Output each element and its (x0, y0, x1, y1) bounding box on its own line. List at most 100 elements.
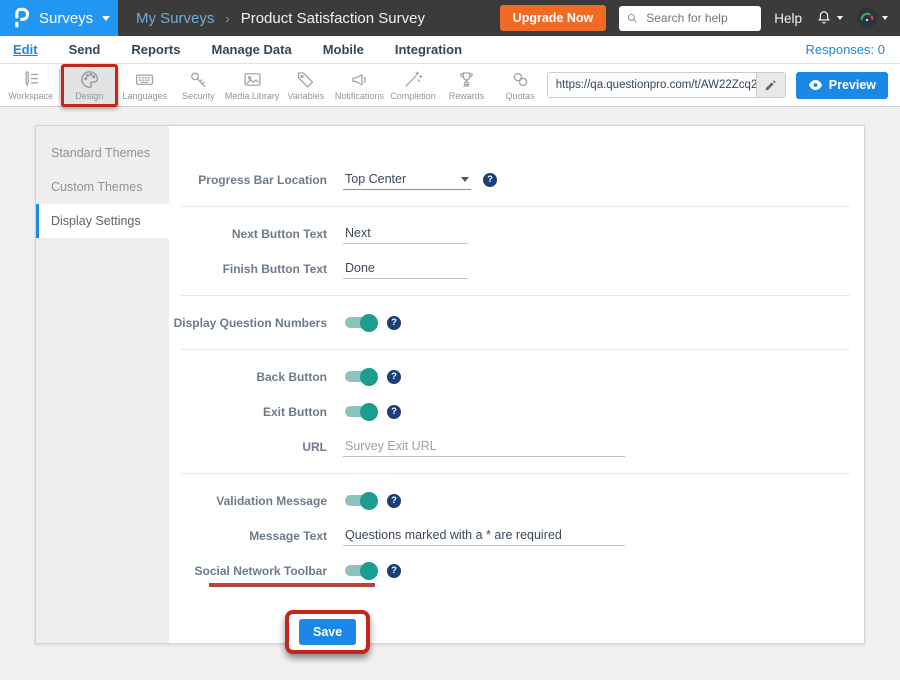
survey-nav: Edit Send Reports Manage Data Mobile Int… (0, 36, 900, 64)
toolbar-item-rewards[interactable]: Rewards (440, 67, 494, 104)
next-button-text-label: Next Button Text (169, 227, 327, 241)
help-icon[interactable]: ? (387, 494, 401, 508)
chain-links-icon (510, 69, 531, 90)
survey-url[interactable]: https://qa.questionpro.com/t/AW22Zcq2J (548, 73, 756, 97)
display-settings-form: Progress Bar Location Top Center ? Next … (169, 126, 864, 643)
chevron-down-icon (102, 16, 110, 21)
toolbar-item-media-library[interactable]: Media Library (225, 67, 279, 104)
survey-url-group: https://qa.questionpro.com/t/AW22Zcq2J (547, 72, 786, 98)
chevron-down-icon (882, 16, 888, 20)
exit-button-row: Exit Button ? (169, 396, 864, 427)
chevron-down-icon (461, 177, 469, 182)
progress-bar-location-value: Top Center (345, 172, 406, 186)
toolbar-divider (59, 69, 60, 101)
finish-button-text-input[interactable] (343, 258, 468, 279)
questionpro-logo-icon (13, 7, 30, 29)
toggle-knob (360, 562, 378, 580)
sidebar-item-standard-themes[interactable]: Standard Themes (36, 136, 169, 170)
toolbar-item-variables[interactable]: Variables (279, 67, 333, 104)
pencil-icon (764, 79, 777, 92)
exit-button-toggle[interactable] (345, 406, 375, 417)
notifications-bell[interactable] (815, 9, 843, 27)
breadcrumb: My Surveys › Product Satisfaction Survey (136, 10, 425, 27)
toolbar-item-label: Workspace (8, 91, 53, 101)
section-divider (181, 295, 850, 296)
languages-icon (134, 69, 155, 90)
toolbar-item-quotas[interactable]: Quotas (493, 67, 547, 104)
annotation-red-underline (209, 583, 375, 587)
design-icon (79, 69, 100, 90)
progress-bar-location-row: Progress Bar Location Top Center ? (169, 164, 864, 195)
back-button-toggle[interactable] (345, 371, 375, 382)
nav-item-edit[interactable]: Edit (13, 42, 38, 57)
help-icon[interactable]: ? (483, 173, 497, 187)
next-button-text-input[interactable] (343, 223, 468, 244)
trophy-icon (456, 69, 477, 90)
toolbar-item-languages[interactable]: Languages (118, 67, 172, 104)
progress-bar-location-label: Progress Bar Location (169, 173, 327, 187)
section-divider (181, 349, 850, 350)
toolbar-item-completion[interactable]: Completion (386, 67, 440, 104)
design-sidebar: Standard Themes Custom Themes Display Se… (36, 126, 169, 643)
workspace-icon (20, 69, 41, 90)
toggle-knob (360, 492, 378, 510)
breadcrumb-parent[interactable]: My Surveys (136, 10, 214, 27)
annotation-red-box: Save (285, 610, 370, 654)
help-icon[interactable]: ? (387, 564, 401, 578)
toolbar-item-design[interactable]: Design (61, 64, 119, 107)
search-icon (626, 12, 639, 25)
toolbar-item-notifications[interactable]: Notifications (333, 67, 387, 104)
toggle-knob (360, 368, 378, 386)
nav-item-manage-data[interactable]: Manage Data (211, 42, 291, 57)
breadcrumb-current: Product Satisfaction Survey (241, 10, 425, 27)
chevron-down-icon (837, 16, 843, 20)
toolbar-right: https://qa.questionpro.com/t/AW22Zcq2J P… (547, 72, 900, 99)
validation-message-toggle[interactable] (345, 495, 375, 506)
eye-icon (808, 79, 823, 91)
product-menu[interactable]: Surveys (0, 0, 118, 36)
variables-icon (295, 69, 316, 90)
validation-message-label: Validation Message (169, 494, 327, 508)
exit-url-row: URL (169, 431, 864, 462)
upgrade-now-button[interactable]: Upgrade Now (500, 5, 607, 31)
progress-bar-location-select[interactable]: Top Center (343, 169, 471, 190)
topbar: Surveys My Surveys › Product Satisfactio… (0, 0, 900, 36)
toolbar-item-security[interactable]: Security (172, 67, 226, 104)
section-divider (181, 206, 850, 207)
message-text-input[interactable] (343, 525, 625, 546)
toggle-knob (360, 403, 378, 421)
search-input[interactable] (644, 10, 754, 26)
help-link[interactable]: Help (774, 11, 802, 26)
validation-message-row: Validation Message ? (169, 485, 864, 516)
toolbar-item-workspace[interactable]: Workspace (4, 67, 58, 104)
nav-item-reports[interactable]: Reports (131, 42, 180, 57)
sidebar-item-display-settings[interactable]: Display Settings (36, 204, 169, 238)
avatar (856, 7, 878, 29)
social-network-toolbar-toggle[interactable] (345, 565, 375, 576)
nav-item-send[interactable]: Send (69, 42, 101, 57)
message-text-row: Message Text (169, 520, 864, 551)
next-button-text-row: Next Button Text (169, 218, 864, 249)
nav-item-mobile[interactable]: Mobile (323, 42, 364, 57)
help-icon[interactable]: ? (387, 405, 401, 419)
back-button-label: Back Button (169, 370, 327, 384)
toolbar-item-label: Quotas (506, 91, 535, 101)
help-icon[interactable]: ? (387, 316, 401, 330)
toolbar-item-label: Rewards (449, 91, 485, 101)
save-button[interactable]: Save (299, 619, 356, 645)
nav-item-integration[interactable]: Integration (395, 42, 462, 57)
page-content: Standard Themes Custom Themes Display Se… (0, 107, 900, 644)
help-search (619, 6, 761, 31)
sidebar-item-custom-themes[interactable]: Custom Themes (36, 170, 169, 204)
bell-icon (815, 9, 833, 27)
help-icon[interactable]: ? (387, 370, 401, 384)
toggle-knob (360, 314, 378, 332)
exit-url-input[interactable] (343, 436, 625, 457)
account-menu[interactable] (856, 7, 888, 29)
preview-button[interactable]: Preview (796, 72, 888, 99)
toolbar-item-label: Completion (390, 91, 436, 101)
message-text-label: Message Text (169, 529, 327, 543)
display-question-numbers-toggle[interactable] (345, 317, 375, 328)
megaphone-icon (349, 69, 370, 90)
edit-url-button[interactable] (756, 73, 785, 97)
